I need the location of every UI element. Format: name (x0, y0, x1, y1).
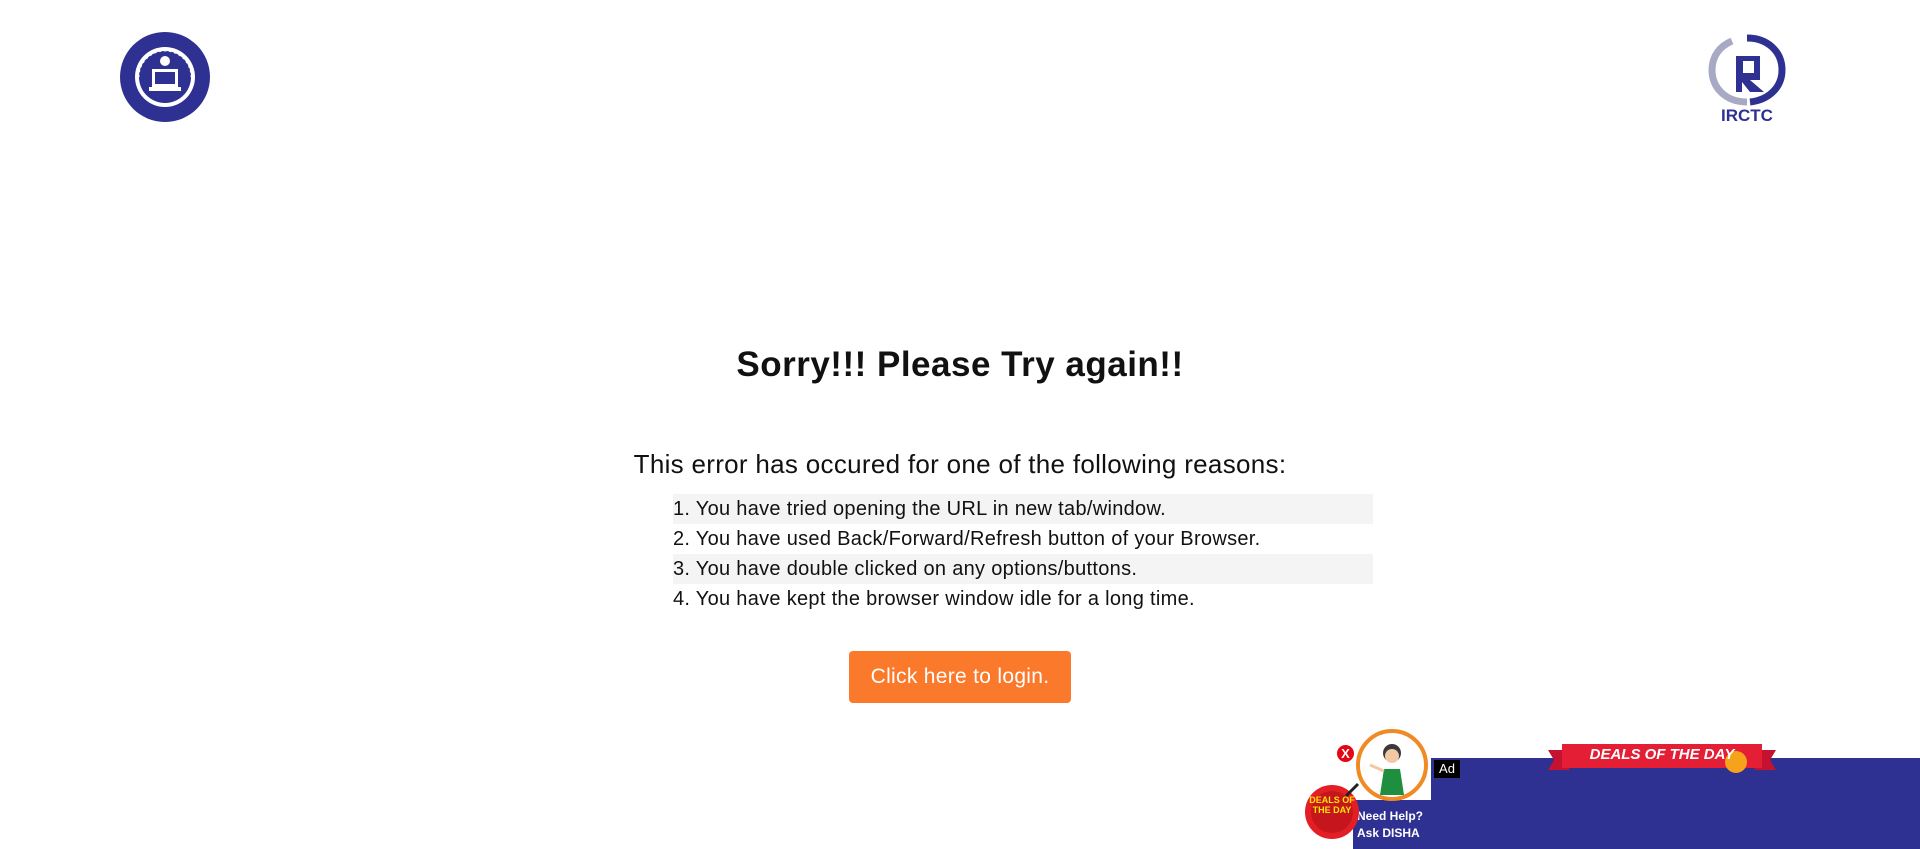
ad-badge: Ad (1434, 760, 1460, 778)
reasons-intro: This error has occured for one of the fo… (633, 449, 1287, 479)
list-item: 4. You have kept the browser window idle… (673, 588, 1195, 610)
list-item: 2. You have used Back/Forward/Refresh bu… (673, 528, 1261, 550)
irctc-logo-icon: IRCTC (1708, 34, 1786, 125)
login-button[interactable]: Click here to login. (849, 651, 1071, 703)
reasons-list: 1. You have tried opening the URL in new… (673, 494, 1373, 614)
page-title: Sorry!!! Please Try again!! (736, 345, 1184, 384)
disha-help-label[interactable]: Need Help? Ask DISHA (1357, 808, 1433, 842)
disha-avatar-icon[interactable] (1356, 729, 1428, 805)
close-icon[interactable]: X (1337, 745, 1354, 762)
need-help-text: Need Help? (1357, 809, 1424, 823)
deals-badge-label: DEALS OF THE DAY (1309, 795, 1355, 815)
irctc-logo-text: IRCTC (1721, 106, 1773, 125)
list-item: 1. You have tried opening the URL in new… (673, 494, 1373, 524)
deals-of-the-day-label: DEALS OF THE DAY (1589, 746, 1735, 763)
indian-railways-emblem-icon (120, 32, 210, 122)
list-item: 3. You have double clicked on any option… (673, 554, 1373, 584)
ask-disha-text: Ask DISHA (1357, 826, 1420, 840)
